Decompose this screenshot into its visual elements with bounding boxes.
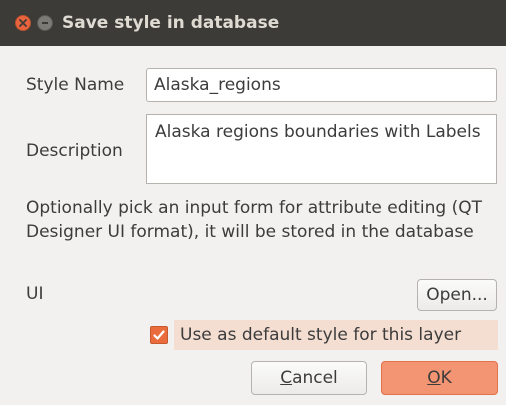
title-bar[interactable]: Save style in database: [0, 0, 506, 46]
ok-mnemonic: O: [427, 368, 441, 388]
description-text: Alaska regions boundaries with Labels: [155, 122, 481, 142]
open-ui-file-button[interactable]: Open...: [417, 279, 497, 311]
checkmark-icon: [153, 330, 165, 340]
default-style-checkbox-row[interactable]: Use as default style for this layer: [145, 320, 498, 350]
cancel-label: ancel: [292, 368, 338, 388]
close-window-button[interactable]: [15, 15, 31, 31]
close-icon: [19, 19, 27, 27]
cancel-mnemonic: C: [280, 368, 293, 388]
ui-form-info-text: Optionally pick an input form for attrib…: [26, 198, 483, 242]
ok-label: K: [440, 368, 452, 388]
style-name-label: Style Name: [26, 75, 125, 95]
description-label: Description: [26, 141, 123, 161]
minimize-window-button[interactable]: [37, 15, 53, 31]
window-title: Save style in database: [62, 13, 280, 33]
cancel-button[interactable]: Cancel: [251, 361, 367, 395]
ok-button[interactable]: OK: [381, 361, 498, 395]
default-style-checkbox-label: Use as default style for this layer: [180, 325, 462, 345]
description-textarea[interactable]: Alaska regions boundaries with Labels: [146, 114, 497, 184]
style-name-input[interactable]: [146, 68, 497, 102]
save-style-dialog: Save style in database Style Name Descri…: [0, 0, 506, 405]
ui-label: UI: [26, 284, 44, 304]
default-style-checkbox[interactable]: [150, 326, 168, 344]
